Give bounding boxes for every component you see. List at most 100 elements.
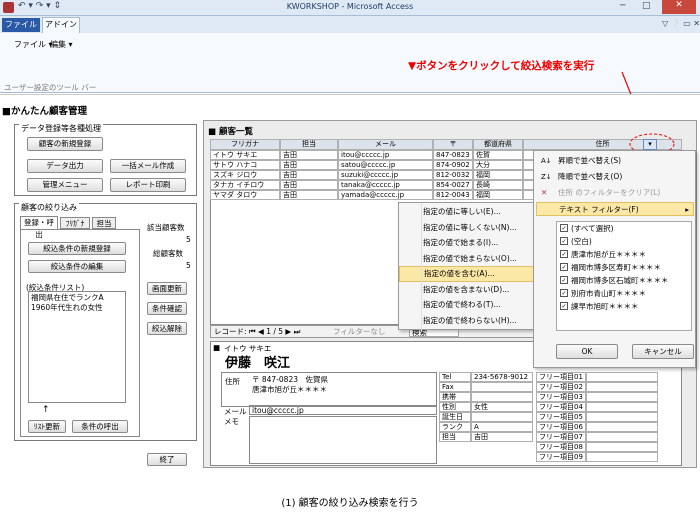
- table-cell[interactable]: 吉田: [280, 180, 338, 190]
- table-cell[interactable]: イトウ サキエ: [210, 150, 280, 160]
- table-cell[interactable]: tanaka@ccccc.jp: [338, 180, 433, 190]
- filter-menu-item[interactable]: 指定の値に等しい(E)...: [399, 204, 534, 220]
- checkbox-checked-icon[interactable]: ✓: [560, 250, 568, 258]
- value-checklist[interactable]: ✓ (すべて選択) ✓ (空白) ✓ 唐津市旭が丘＊＊＊＊ ✓ 福岡市博多区寿町＊＊＊＊ ✓ 福岡…: [556, 221, 692, 331]
- tab-register-call[interactable]: 登録・呼出: [20, 216, 58, 239]
- column-header[interactable]: メール: [338, 139, 433, 150]
- table-cell[interactable]: 854-0027: [433, 180, 473, 190]
- menu-file[interactable]: ファイル ▾: [14, 39, 53, 50]
- new-customer-button[interactable]: 顧客の新規登録: [27, 137, 103, 151]
- table-cell[interactable]: itou@ccccc.jp: [338, 150, 433, 160]
- filter-menu-item[interactable]: 指定の値で始まる(I)...: [399, 235, 534, 251]
- table-cell[interactable]: 吉田: [280, 170, 338, 180]
- info-value[interactable]: [471, 382, 533, 392]
- report-print-button[interactable]: レポート印刷: [110, 178, 186, 192]
- table-cell[interactable]: タナカ イチロウ: [210, 180, 280, 190]
- refresh-screen-button[interactable]: 画面更新: [147, 282, 187, 295]
- table-cell[interactable]: 吉田: [280, 150, 338, 160]
- bulk-mail-button[interactable]: 一括メール作成: [110, 159, 186, 173]
- list-refresh-button[interactable]: ﾘｽﾄ更新: [28, 420, 66, 433]
- checklist-item[interactable]: ✓ 諫早市旭町＊＊＊＊: [557, 300, 691, 313]
- table-cell[interactable]: ヤマダ タロウ: [210, 190, 280, 200]
- record-navigator[interactable]: レコード: ⏮ ◀ 1 / 5 ▶ ⏭: [214, 326, 300, 337]
- table-cell[interactable]: yamada@ccccc.jp: [338, 190, 433, 200]
- info-value[interactable]: 女性: [471, 402, 533, 412]
- tab-staff[interactable]: 担当: [92, 217, 116, 229]
- free-field-value[interactable]: [586, 372, 658, 382]
- checklist-item[interactable]: ✓ 福岡市博多区寿町＊＊＊＊: [557, 261, 691, 274]
- mail-field[interactable]: itou@ccccc.jp: [249, 405, 437, 415]
- confirm-condition-button[interactable]: 条件確認: [147, 302, 187, 315]
- minimize-button[interactable]: ─: [620, 1, 625, 11]
- table-cell[interactable]: 大分: [473, 160, 523, 170]
- checkbox-checked-icon[interactable]: ✓: [560, 263, 568, 271]
- table-cell[interactable]: スズキ ジロウ: [210, 170, 280, 180]
- maximize-button[interactable]: □: [642, 1, 651, 11]
- clear-filter-button[interactable]: 絞込解除: [147, 322, 187, 335]
- free-field-value[interactable]: [586, 452, 658, 462]
- info-value[interactable]: 234-5678-9012: [471, 372, 533, 382]
- column-header[interactable]: 〒: [433, 139, 473, 150]
- checkbox-checked-icon[interactable]: ✓: [560, 302, 568, 310]
- table-cell[interactable]: 福岡: [473, 170, 523, 180]
- condition-list[interactable]: 福岡県在住でランクA 1960年代生れの女性: [28, 291, 126, 403]
- tab-furigana[interactable]: ﾌﾘｶﾞﾅ: [60, 217, 90, 229]
- close-window-button[interactable]: ✕: [662, 0, 696, 14]
- column-header[interactable]: フリガナ: [210, 139, 280, 150]
- exit-button[interactable]: 終了: [147, 453, 187, 466]
- export-button[interactable]: データ出力: [27, 159, 103, 173]
- table-cell[interactable]: satou@ccccc.jp: [338, 160, 433, 170]
- checkbox-checked-icon[interactable]: ✓: [560, 289, 568, 297]
- free-field-value[interactable]: [586, 432, 658, 442]
- column-header[interactable]: 担当: [280, 139, 338, 150]
- filter-menu-item[interactable]: 指定の値で終わる(T)...: [399, 297, 534, 313]
- checkbox-checked-icon[interactable]: ✓: [560, 276, 568, 284]
- checklist-item[interactable]: ✓ 福岡市博多区石城町＊＊＊＊: [557, 274, 691, 287]
- column-header[interactable]: 都道府県: [473, 139, 523, 150]
- checklist-item[interactable]: ✓ 唐津市旭が丘＊＊＊＊: [557, 248, 691, 261]
- info-value[interactable]: [471, 392, 533, 402]
- free-field-value[interactable]: [586, 392, 658, 402]
- table-cell[interactable]: 吉田: [280, 190, 338, 200]
- ribbon-controls[interactable]: ▽ ❔ ▭ ✕: [662, 19, 700, 28]
- edit-condition-button[interactable]: 絞込条件の編集: [28, 260, 126, 273]
- admin-menu-button[interactable]: 管理メニュー: [27, 178, 103, 192]
- filter-menu-item[interactable]: 指定の値を含まない(D)...: [399, 282, 534, 298]
- checkbox-checked-icon[interactable]: ✓: [560, 237, 568, 245]
- table-cell[interactable]: 吉田: [280, 160, 338, 170]
- no-filter-indicator[interactable]: フィルターなし: [333, 326, 385, 337]
- checklist-item[interactable]: ✓ (空白): [557, 235, 691, 248]
- list-item[interactable]: 1960年代生れの女性: [29, 303, 125, 312]
- call-condition-button[interactable]: 条件の呼出: [72, 420, 128, 433]
- clear-filter-item[interactable]: ✕ 住所 のフィルターをクリア(L): [536, 186, 694, 200]
- table-cell[interactable]: 福岡: [473, 190, 523, 200]
- free-field-value[interactable]: [586, 382, 658, 392]
- filter-menu-item[interactable]: 指定の値を含む(A)...: [399, 266, 534, 282]
- free-field-value[interactable]: [586, 402, 658, 412]
- sort-ascending-item[interactable]: A↓ 昇順で並べ替え(S): [536, 154, 694, 168]
- checklist-item[interactable]: ✓ (すべて選択): [557, 222, 691, 235]
- filter-menu-item[interactable]: 指定の値で始まらない(O)...: [399, 251, 534, 267]
- table-cell[interactable]: 812-0032: [433, 170, 473, 180]
- list-item[interactable]: 福岡県在住でランクA: [29, 292, 125, 303]
- free-field-value[interactable]: [586, 442, 658, 452]
- checklist-item[interactable]: ✓ 別府市青山町＊＊＊＊: [557, 287, 691, 300]
- table-cell[interactable]: 847-0823: [433, 150, 473, 160]
- checkbox-checked-icon[interactable]: ✓: [560, 224, 568, 232]
- cancel-button[interactable]: キャンセル: [632, 344, 694, 359]
- tab-file[interactable]: ファイル: [2, 18, 40, 32]
- new-condition-button[interactable]: 絞込条件の新規登録: [28, 242, 126, 255]
- sort-descending-item[interactable]: Z↓ 降順で並べ替え(O): [536, 170, 694, 184]
- info-value[interactable]: A: [471, 422, 533, 432]
- ok-button[interactable]: OK: [556, 344, 618, 359]
- filter-menu-item[interactable]: 指定の値で終わらない(H)...: [399, 313, 534, 329]
- memo-field[interactable]: [249, 416, 437, 464]
- table-cell[interactable]: 874-0902: [433, 160, 473, 170]
- text-filter-item[interactable]: テキスト フィルター(F) ▸: [536, 202, 694, 216]
- table-cell[interactable]: 812-0043: [433, 190, 473, 200]
- free-field-value[interactable]: [586, 422, 658, 432]
- filter-menu-item[interactable]: 指定の値に等しくない(N)...: [399, 220, 534, 236]
- table-cell[interactable]: 長崎: [473, 180, 523, 190]
- table-cell[interactable]: suzuki@ccccc.jp: [338, 170, 433, 180]
- tab-addin[interactable]: アドイン: [42, 17, 80, 33]
